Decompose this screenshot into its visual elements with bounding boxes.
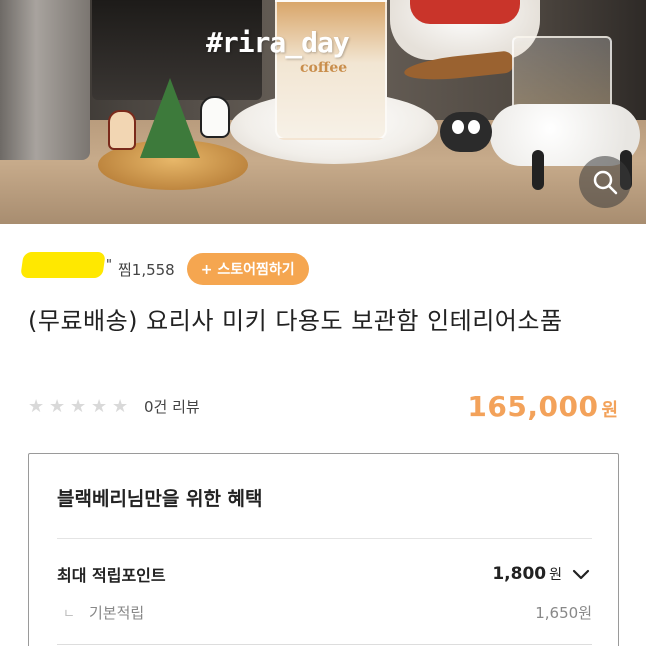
product-title: (무료배송) 요리사 미키 다용도 보관함 인테리어소품 (28, 307, 563, 335)
image-search-button[interactable] (579, 156, 631, 208)
star-icon: ★ (70, 395, 87, 417)
max-point-label: 최대 적립포인트 (57, 566, 166, 585)
sheep-eye-right (468, 120, 480, 134)
search-icon (593, 170, 618, 195)
chevron-down-icon[interactable] (570, 563, 592, 585)
benefit-bottom-divider (57, 644, 592, 645)
basic-point-row: ㄴ 기본적립 1,650원 (57, 602, 592, 623)
charlie-figure-graphic (108, 110, 136, 150)
star-icon: ★ (91, 395, 108, 417)
basic-point-left: ㄴ 기본적립 (57, 602, 144, 623)
star-icon: ★ (112, 395, 129, 417)
rating-row[interactable]: ★ ★ ★ ★ ★ 0건 리뷰 (28, 396, 200, 417)
sheep-leg-graphic (532, 150, 544, 190)
coffee-machine-graphic (0, 0, 90, 160)
benefit-panel: 블랙베리님만을 위한 혜택 최대 적립포인트 1,800 원 ㄴ 기본적립 1,… (28, 453, 619, 646)
max-point-value-group: 1,800 원 (492, 563, 592, 585)
sheep-head-graphic (440, 112, 492, 152)
hashtag-overlay: #rira_day (206, 26, 350, 59)
review-count[interactable]: 0건 리뷰 (144, 396, 200, 417)
store-quote-mark: " (106, 257, 112, 273)
sub-item-mark: ㄴ (63, 607, 75, 622)
star-icon: ★ (49, 395, 66, 417)
rating-stars: ★ ★ ★ ★ ★ (28, 395, 130, 417)
store-row: " 찜1,558 + 스토어찜하기 (20, 252, 309, 286)
sheep-body-graphic (490, 104, 640, 166)
price-value: 165,000 (467, 390, 599, 423)
store-name-censored[interactable] (20, 252, 106, 278)
snoopy-figure-graphic (200, 96, 230, 138)
basic-point-value: 1,650원 (535, 604, 592, 622)
star-icon: ★ (28, 395, 45, 417)
christmas-tree-graphic (140, 78, 200, 158)
product-price: 165,000 원 (467, 390, 618, 423)
benefit-title: 블랙베리님만을 위한 혜택 (57, 488, 263, 510)
glass-label: coffee (300, 60, 348, 76)
price-unit: 원 (601, 400, 618, 421)
benefit-divider (57, 538, 592, 539)
max-point-unit: 원 (549, 567, 562, 583)
store-follow-button[interactable]: + 스토어찜하기 (186, 253, 309, 285)
product-image[interactable]: coffee #rira_day (0, 0, 646, 224)
sheep-eye-left (452, 120, 464, 134)
max-point-value: 1,800 (492, 564, 547, 584)
store-like-count: 찜1,558 (117, 260, 175, 279)
chef-mug-red-graphic (410, 0, 520, 24)
basic-point-label: 기본적립 (88, 604, 145, 622)
max-point-row[interactable]: 최대 적립포인트 1,800 원 (57, 562, 592, 586)
